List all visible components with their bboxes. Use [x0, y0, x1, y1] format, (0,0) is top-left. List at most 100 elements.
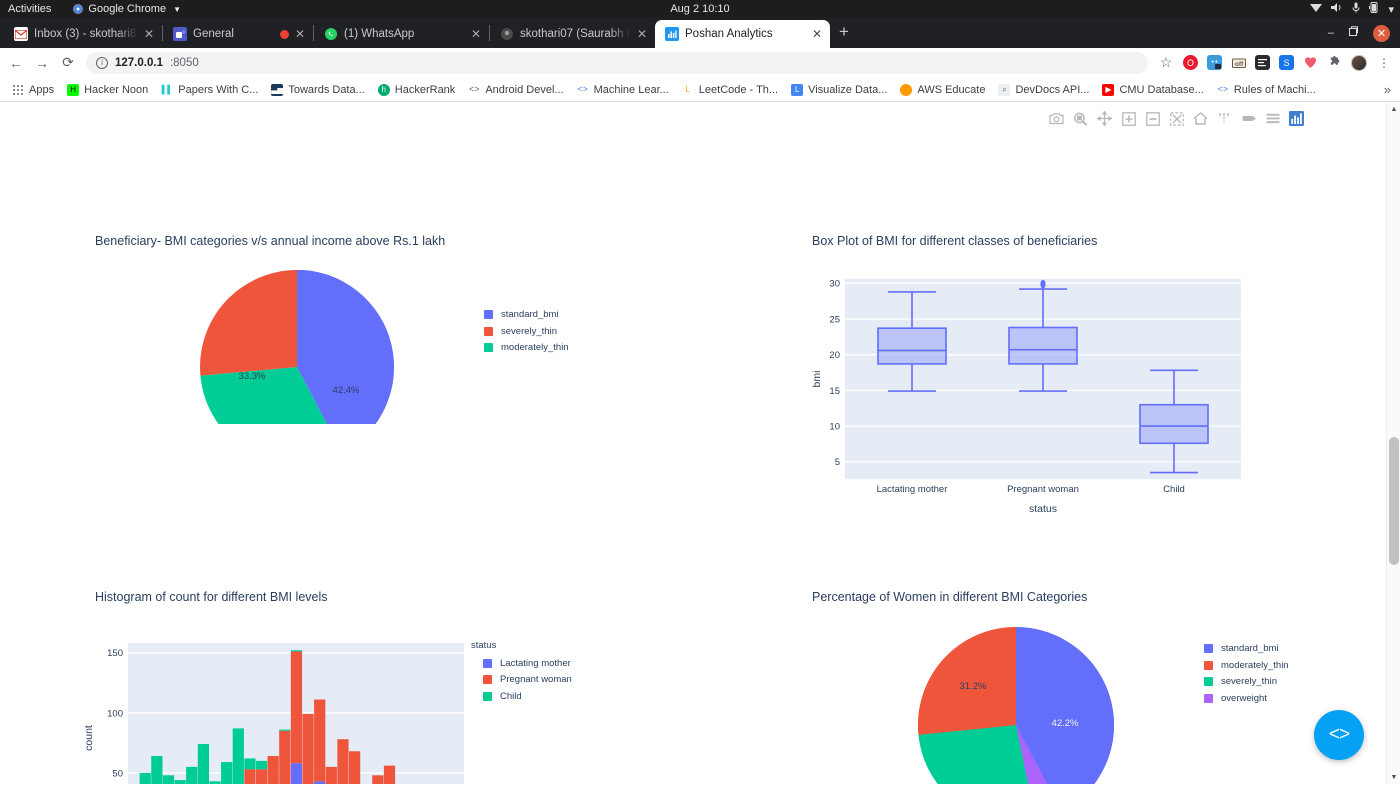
tab-close-icon[interactable]: ✕	[295, 28, 305, 40]
legend-item[interactable]: severely_thin	[1204, 676, 1289, 687]
tab-close-icon[interactable]: ✕	[144, 28, 154, 40]
histogram-bar[interactable]	[175, 780, 186, 784]
histogram-bar[interactable]	[186, 767, 197, 784]
bookmark-towards-data-science[interactable]: ▃▅ Towards Data...	[266, 82, 369, 98]
bookmark-aws-educate[interactable]: AWS Educate	[895, 82, 990, 98]
system-clock[interactable]: Aug 2 10:10	[670, 3, 729, 15]
back-icon[interactable]: ←	[8, 55, 24, 71]
s-extension-icon[interactable]: S	[1279, 55, 1294, 70]
legend-item[interactable]: standard_bmi	[484, 309, 569, 320]
bookmark-star-icon[interactable]: ☆	[1158, 54, 1174, 71]
bookmark-visualize-data[interactable]: L Visualize Data...	[786, 82, 892, 98]
histogram-bar[interactable]	[291, 650, 302, 651]
bookmark-leetcode[interactable]: L LeetCode - Th...	[677, 82, 783, 98]
histogram-bar[interactable]	[268, 756, 279, 784]
notes-extension-icon[interactable]	[1255, 55, 1270, 70]
activities-button[interactable]: Activities	[8, 3, 51, 15]
tab-close-icon[interactable]: ✕	[471, 28, 481, 40]
new-tab-button[interactable]: +	[830, 22, 858, 45]
browser-tab-strip: Inbox (3) - skothari855@g ✕ General ✕ (1…	[0, 18, 1400, 48]
histogram-bar[interactable]	[384, 766, 395, 784]
browser-tab-1[interactable]: General ✕	[163, 20, 313, 48]
system-tray[interactable]: ▾	[1310, 2, 1394, 16]
bookmark-apps[interactable]: Apps	[7, 82, 59, 98]
histogram-bar[interactable]	[256, 761, 267, 769]
histogram-bar[interactable]	[314, 700, 325, 782]
bookmark-papers-with-code[interactable]: ▌▌ Papers With C...	[156, 82, 263, 98]
browser-tab-4-active[interactable]: Poshan Analytics ✕	[655, 20, 830, 48]
legend-swatch	[484, 310, 493, 319]
legend-item[interactable]: standard_bmi	[1204, 643, 1289, 654]
app-menu-chrome[interactable]: Google Chrome ▼	[73, 3, 181, 15]
bookmark-machine-learning[interactable]: <> Machine Lear...	[572, 82, 674, 98]
page-scrollbar[interactable]: ▲ ▼	[1386, 102, 1400, 784]
close-window-button[interactable]: ✕	[1373, 25, 1390, 42]
reload-icon[interactable]: ⟳	[60, 54, 76, 71]
legend-label: overweight	[1221, 693, 1267, 704]
histogram-bar[interactable]	[151, 756, 162, 784]
address-bar[interactable]: i 127.0.0.1:8050	[86, 52, 1148, 74]
legend-item[interactable]: moderately_thin	[484, 342, 569, 353]
histogram-bar[interactable]	[279, 730, 290, 731]
legend-item[interactable]: severely_thin	[484, 326, 569, 337]
legend-label: Lactating mother	[500, 658, 571, 669]
legend-item[interactable]: Child	[483, 691, 572, 702]
code-fab-button[interactable]: <>	[1314, 710, 1364, 760]
histogram-bar[interactable]	[349, 751, 360, 784]
pocket-icon[interactable]	[1303, 55, 1318, 70]
histogram-bar[interactable]	[244, 758, 255, 769]
scrollbar-thumb[interactable]	[1389, 437, 1399, 565]
histogram-bar[interactable]	[256, 769, 267, 784]
histogram-bar[interactable]	[163, 775, 174, 784]
legend-item[interactable]: Pregnant woman	[483, 674, 572, 685]
adblock-off-icon[interactable]: off	[1231, 55, 1246, 70]
whatsapp-icon	[324, 27, 338, 41]
histogram-bar[interactable]	[140, 773, 151, 784]
browser-tab-2[interactable]: (1) WhatsApp ✕	[314, 20, 489, 48]
histogram-bar[interactable]	[279, 731, 290, 784]
legend-label: moderately_thin	[1221, 660, 1289, 671]
puzzle-extensions-icon[interactable]	[1327, 55, 1342, 70]
bookmarks-bar: Apps H Hacker Noon ▌▌ Papers With C... ▃…	[0, 78, 1400, 102]
scrollbar-up-arrow-icon[interactable]: ▲	[1387, 102, 1400, 116]
opera-icon[interactable]: O	[1183, 55, 1198, 70]
scrollbar-down-arrow-icon[interactable]: ▼	[1387, 770, 1400, 784]
bookmarks-overflow-icon[interactable]: »	[1384, 82, 1393, 97]
site-info-icon[interactable]: i	[96, 57, 108, 69]
browser-tab-0[interactable]: Inbox (3) - skothari855@g ✕	[4, 20, 162, 48]
bookmark-cmu-database[interactable]: ▶ CMU Database...	[1097, 82, 1208, 98]
bookmark-hackerrank[interactable]: h HackerRank	[373, 82, 461, 98]
forward-icon[interactable]: →	[34, 55, 50, 71]
y-tick: 15	[829, 386, 840, 397]
legend-item[interactable]: Lactating mother	[483, 658, 572, 669]
histogram-bar[interactable]	[337, 739, 348, 784]
histogram-bar[interactable]	[198, 744, 209, 784]
histogram-bar[interactable]	[291, 651, 302, 763]
browser-toolbar: ← → ⟳ i 127.0.0.1:8050 ☆ O off S ⋮	[0, 48, 1400, 78]
legend-item[interactable]: moderately_thin	[1204, 660, 1289, 671]
legend-item[interactable]: overweight	[1204, 693, 1289, 704]
bookmark-android-developers[interactable]: <> Android Devel...	[463, 82, 568, 98]
avatar[interactable]	[1351, 55, 1367, 71]
tab-close-icon[interactable]: ✕	[637, 28, 647, 40]
maximize-button[interactable]	[1348, 26, 1359, 40]
histogram-bar[interactable]	[244, 769, 255, 784]
histogram-bar[interactable]	[372, 775, 383, 784]
pie-label-standard-bmi: 42.2%	[1052, 718, 1079, 729]
minimize-button[interactable]: –	[1328, 27, 1334, 39]
histogram-bar[interactable]	[291, 763, 302, 784]
histogram-bar[interactable]	[209, 781, 220, 784]
histogram-bar[interactable]	[314, 781, 325, 784]
ghostery-icon[interactable]	[1207, 55, 1222, 70]
histogram-bar[interactable]	[302, 714, 313, 784]
histogram-bar[interactable]	[221, 762, 232, 784]
bookmark-rules-of-machine-learning[interactable]: <> Rules of Machi...	[1212, 82, 1321, 98]
bookmark-hacker-noon[interactable]: H Hacker Noon	[62, 82, 153, 98]
browser-tab-3[interactable]: skothari07 (Saurabh Koth ✕	[490, 20, 655, 48]
bookmark-devdocs[interactable]: ⌕ DevDocs API...	[993, 82, 1094, 98]
tab-close-icon[interactable]: ✕	[812, 28, 822, 40]
histogram-bar[interactable]	[233, 728, 244, 784]
kebab-menu-icon[interactable]: ⋮	[1376, 56, 1392, 70]
pie-slices[interactable]	[200, 270, 394, 424]
histogram-bar[interactable]	[326, 767, 337, 784]
